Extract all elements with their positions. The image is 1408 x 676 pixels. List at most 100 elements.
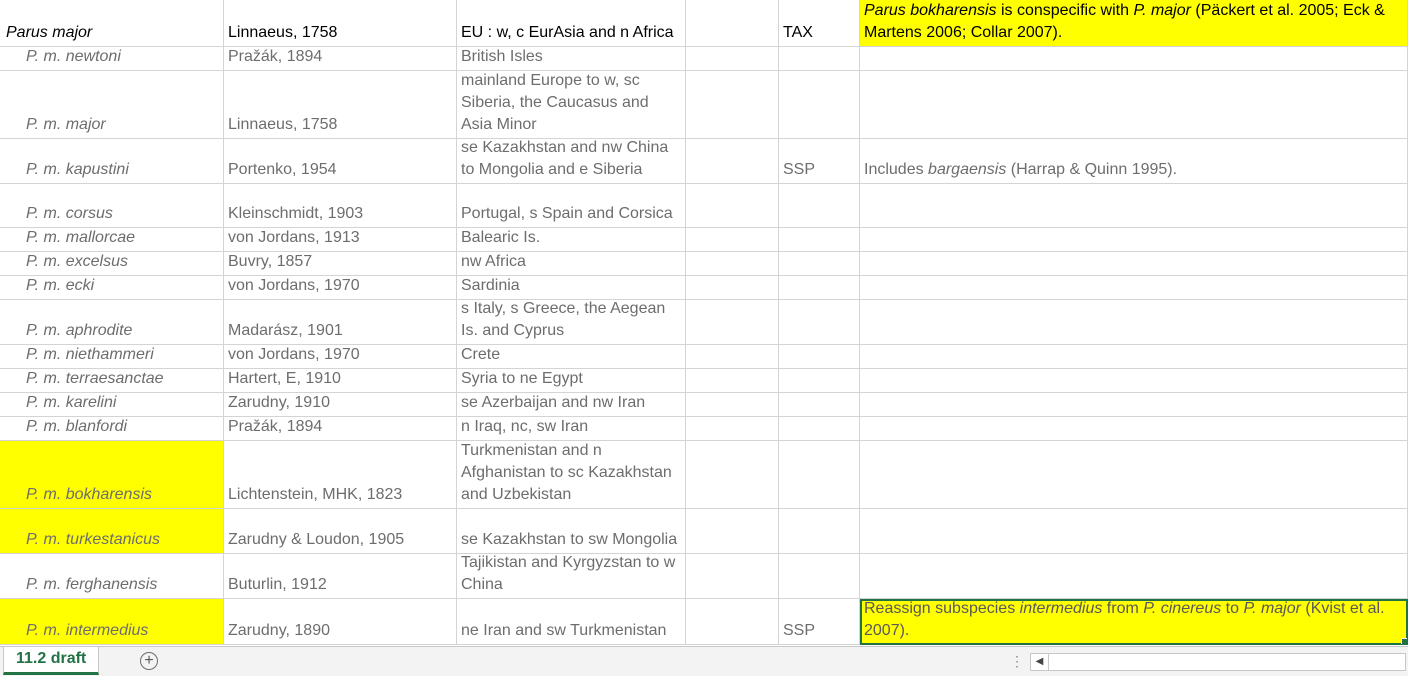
cell-code[interactable] <box>779 345 860 369</box>
cell-authority[interactable]: Hartert, E, 1910 <box>224 369 457 393</box>
cell-empty[interactable] <box>686 393 779 417</box>
cell-code[interactable] <box>779 554 860 599</box>
cell-code[interactable]: SSP <box>779 599 860 645</box>
cell-notes[interactable] <box>860 554 1408 599</box>
cell-empty[interactable] <box>686 0 779 47</box>
cell-range[interactable]: ne Iran and sw Turkmenistan <box>457 599 686 645</box>
cell-empty[interactable] <box>686 509 779 554</box>
cell-taxon-name[interactable]: P. m. ecki <box>0 276 224 300</box>
cell-taxon-name[interactable]: P. m. niethammeri <box>0 345 224 369</box>
cell-empty[interactable] <box>686 441 779 509</box>
cell-empty[interactable] <box>686 554 779 599</box>
cell-notes[interactable] <box>860 369 1408 393</box>
cell-notes[interactable] <box>860 300 1408 345</box>
cell-code[interactable] <box>779 276 860 300</box>
cell-range[interactable]: Portugal, s Spain and Corsica <box>457 184 686 228</box>
cell-notes[interactable] <box>860 345 1408 369</box>
plus-circle-icon[interactable]: + <box>140 652 158 670</box>
cell-notes[interactable] <box>860 276 1408 300</box>
cell-code[interactable] <box>779 184 860 228</box>
cell-authority[interactable]: Buturlin, 1912 <box>224 554 457 599</box>
cell-notes[interactable] <box>860 509 1408 554</box>
cell-authority[interactable]: Portenko, 1954 <box>224 139 457 184</box>
cell-empty[interactable] <box>686 345 779 369</box>
cell-notes[interactable] <box>860 71 1408 139</box>
cell-authority[interactable]: Kleinschmidt, 1903 <box>224 184 457 228</box>
cell-notes[interactable] <box>860 393 1408 417</box>
cell-taxon-name[interactable]: P. m. major <box>0 71 224 139</box>
cell-authority[interactable]: Pražák, 1894 <box>224 417 457 441</box>
cell-authority[interactable]: Zarudny, 1910 <box>224 393 457 417</box>
cell-notes[interactable] <box>860 441 1408 509</box>
cell-taxon-name[interactable]: Parus major <box>0 0 224 47</box>
cell-code[interactable] <box>779 441 860 509</box>
cell-authority[interactable]: Lichtenstein, MHK, 1823 <box>224 441 457 509</box>
cell-notes[interactable]: Includes bargaensis (Harrap & Quinn 1995… <box>860 139 1408 184</box>
cell-range[interactable]: Crete <box>457 345 686 369</box>
cell-taxon-name[interactable]: P. m. karelini <box>0 393 224 417</box>
cell-authority[interactable]: Buvry, 1857 <box>224 252 457 276</box>
cell-notes[interactable] <box>860 47 1408 71</box>
cell-range[interactable]: mainland Europe to w, sc Siberia, the Ca… <box>457 71 686 139</box>
cell-code[interactable] <box>779 393 860 417</box>
cell-notes[interactable]: Reassign subspecies intermedius from P. … <box>860 599 1408 645</box>
cell-code[interactable] <box>779 369 860 393</box>
cell-empty[interactable] <box>686 300 779 345</box>
cell-code[interactable]: SSP <box>779 139 860 184</box>
cell-range[interactable]: n Iraq, nc, sw Iran <box>457 417 686 441</box>
cell-taxon-name[interactable]: P. m. mallorcae <box>0 228 224 252</box>
vertical-dots-icon[interactable]: ⋮ <box>1010 653 1024 670</box>
cell-authority[interactable]: Zarudny, 1890 <box>224 599 457 645</box>
cell-authority[interactable]: von Jordans, 1913 <box>224 228 457 252</box>
cell-authority[interactable]: Madarász, 1901 <box>224 300 457 345</box>
cell-range[interactable]: Syria to ne Egypt <box>457 369 686 393</box>
cell-empty[interactable] <box>686 599 779 645</box>
cell-taxon-name[interactable]: P. m. excelsus <box>0 252 224 276</box>
cell-empty[interactable] <box>686 252 779 276</box>
sheet-tab[interactable]: 11.2 draft <box>3 647 100 675</box>
cell-taxon-name[interactable]: P. m. kapustini <box>0 139 224 184</box>
cell-range[interactable]: se Azerbaijan and nw Iran <box>457 393 686 417</box>
cell-authority[interactable]: Pražák, 1894 <box>224 47 457 71</box>
cell-empty[interactable] <box>686 139 779 184</box>
cell-range[interactable]: British Isles <box>457 47 686 71</box>
cell-code[interactable] <box>779 509 860 554</box>
cell-taxon-name[interactable]: P. m. blanfordi <box>0 417 224 441</box>
cell-notes[interactable] <box>860 184 1408 228</box>
cell-range[interactable]: EU : w, c EurAsia and n Africa <box>457 0 686 47</box>
cell-notes[interactable] <box>860 417 1408 441</box>
cell-notes[interactable] <box>860 228 1408 252</box>
cell-code[interactable]: TAX <box>779 0 860 47</box>
cell-taxon-name[interactable]: P. m. bokharensis <box>0 441 224 509</box>
cell-empty[interactable] <box>686 47 779 71</box>
cell-range[interactable]: Balearic Is. <box>457 228 686 252</box>
cell-taxon-name[interactable]: P. m. corsus <box>0 184 224 228</box>
triangle-left-icon[interactable]: ◀ <box>1031 654 1049 670</box>
cell-code[interactable] <box>779 417 860 441</box>
cell-range[interactable]: nw Africa <box>457 252 686 276</box>
cell-range[interactable]: Tajikistan and Kyrgyzstan to w China <box>457 554 686 599</box>
cell-taxon-name[interactable]: P. m. terraesanctae <box>0 369 224 393</box>
cell-empty[interactable] <box>686 184 779 228</box>
cell-taxon-name[interactable]: P. m. intermedius <box>0 599 224 645</box>
cell-empty[interactable] <box>686 369 779 393</box>
cell-code[interactable] <box>779 47 860 71</box>
cell-range[interactable]: se Kazakhstan to sw Mongolia <box>457 509 686 554</box>
cell-code[interactable] <box>779 228 860 252</box>
cell-authority[interactable]: Linnaeus, 1758 <box>224 71 457 139</box>
cell-empty[interactable] <box>686 71 779 139</box>
cell-authority[interactable]: von Jordans, 1970 <box>224 345 457 369</box>
cell-authority[interactable]: Zarudny & Loudon, 1905 <box>224 509 457 554</box>
cell-range[interactable]: s Italy, s Greece, the Aegean Is. and Cy… <box>457 300 686 345</box>
cell-range[interactable]: se Kazakhstan and nw China to Mongolia a… <box>457 139 686 184</box>
cell-taxon-name[interactable]: P. m. turkestanicus <box>0 509 224 554</box>
cell-code[interactable] <box>779 300 860 345</box>
horizontal-scrollbar[interactable]: ◀ <box>1030 653 1406 671</box>
cell-taxon-name[interactable]: P. m. aphrodite <box>0 300 224 345</box>
cell-authority[interactable]: Linnaeus, 1758 <box>224 0 457 47</box>
cell-notes[interactable] <box>860 252 1408 276</box>
cell-notes[interactable]: Parus bokharensis is conspecific with P.… <box>860 0 1408 47</box>
fill-handle[interactable] <box>1401 638 1407 644</box>
cell-empty[interactable] <box>686 228 779 252</box>
cell-empty[interactable] <box>686 276 779 300</box>
